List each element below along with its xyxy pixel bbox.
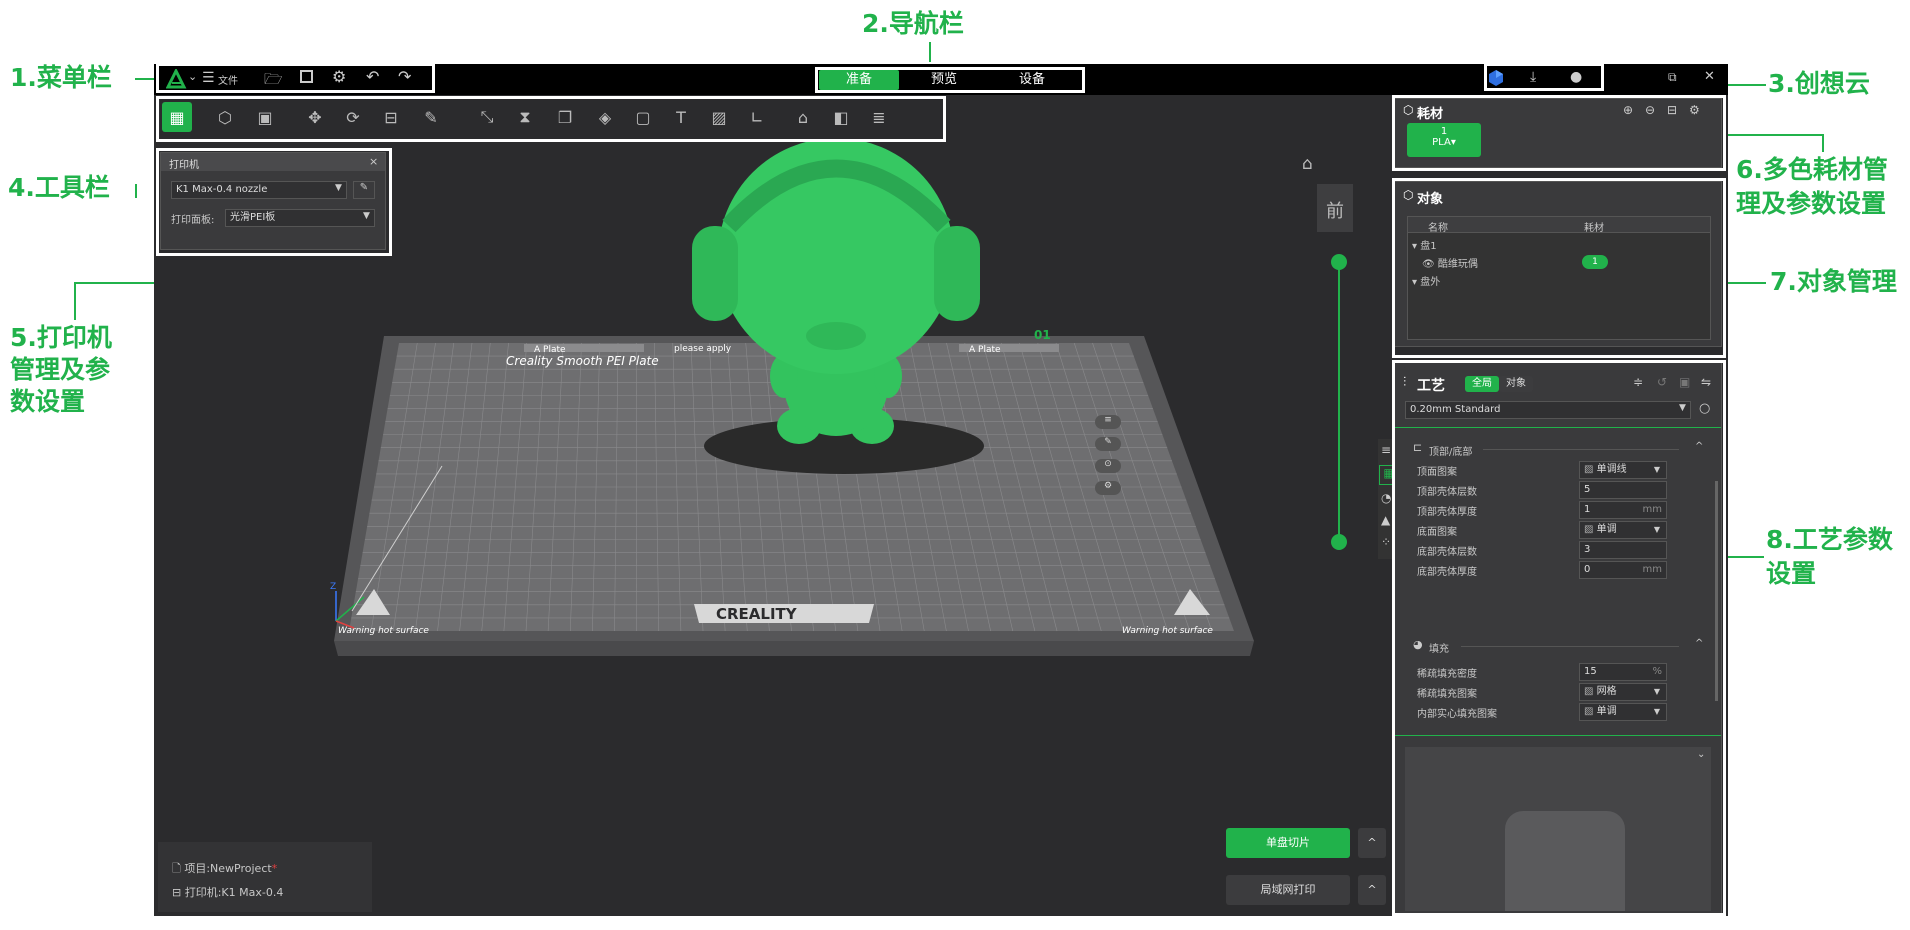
side-tab-speed-icon[interactable]: ◔ [1381,491,1391,505]
print-expand-button[interactable]: ^ [1358,875,1386,905]
plate-edit-icon[interactable]: ✎ [1095,437,1121,451]
warning-right: Warning hot surface [1122,626,1213,636]
highlight-toolbar [156,96,946,142]
highlight-cloud [1484,63,1604,91]
callout-printer-1: 5.打印机 [10,323,112,352]
callout-printer-2: 管理及参 [10,355,111,384]
viewport[interactable]: A Plate please apply A Plate 01 Creality… [154,141,1394,916]
callout-filament-1: 6.多色耗材管 [1736,155,1888,184]
highlight-object-panel [1392,178,1726,358]
leader-line [929,42,931,62]
callout-process-2: 设置 [1766,559,1817,588]
bed-front-edge [334,641,1254,656]
leader-line [74,282,76,320]
highlight-filament-panel [1392,95,1726,171]
highlight-process-panel [1392,360,1726,916]
printer-status-label: ⊟ 打印机:K1 Max-0.4 [172,886,284,899]
callout-nav-bar: 2.导航栏 [862,9,964,38]
leader-line [1822,134,1824,152]
axis-z-label: Z [330,582,336,592]
layer-slider-top-handle[interactable] [1331,254,1347,270]
close-window-icon[interactable]: ✕ [1704,69,1715,84]
plate-side-controls: ≡ ✎ ⊙ ⚙ [1089,409,1129,519]
brand-text: CREALITY [716,605,798,623]
model-earphone-right [934,226,980,321]
leader-line [135,184,137,198]
callout-process-1: 8.工艺参数 [1766,525,1893,554]
side-tab-params-icon[interactable]: ≡ [1381,443,1391,457]
plate-settings-icon[interactable]: ⚙ [1095,481,1121,495]
view-cube[interactable]: 前 [1317,184,1353,232]
highlight-printer-panel [156,148,392,256]
callout-cloud: 3.创想云 [1768,69,1870,98]
print-button[interactable]: 局域网打印 [1226,875,1350,905]
plate-caption: please apply [674,344,732,354]
home-icon[interactable]: ⌂ [1302,154,1313,174]
side-tab-support-icon[interactable]: ▲ [1381,513,1390,527]
callout-printer-3: 数设置 [10,387,86,416]
plate-lock-icon[interactable]: ⊙ [1095,459,1121,473]
project-label: 🗋 项目:NewProject* [172,862,278,875]
restore-window-icon[interactable]: ⧉ [1668,70,1677,85]
model-earphone-left [692,226,738,321]
leader-line [1728,556,1764,558]
highlight-menu-bar [156,63,435,93]
leader-line [1728,134,1824,136]
layer-slider-track[interactable] [1338,261,1340,541]
layer-slider-bottom-handle[interactable] [1331,534,1347,550]
callout-objects: 7.对象管理 [1770,267,1897,296]
plate-number: 01 [1034,328,1051,342]
bed-title: Creality Smooth PEI Plate [506,354,659,368]
callout-menu-bar: 1.菜单栏 [10,63,112,92]
highlight-nav-bar [815,67,1085,93]
side-tab-other-icon[interactable]: ⁘ [1381,535,1391,549]
plate-name-right: A Plate [969,345,1001,355]
leader-line [135,78,155,80]
status-box: 🗋 项目:NewProject* ⊟ 打印机:K1 Max-0.4 [158,842,372,912]
leader-line [1728,282,1766,284]
model-chin [806,322,866,350]
plate-list-icon[interactable]: ≡ [1095,415,1121,429]
slice-button[interactable]: 单盘切片 [1226,828,1350,858]
callout-toolbar: 4.工具栏 [8,173,110,202]
callout-filament-2: 理及参数设置 [1736,189,1887,218]
slice-expand-button[interactable]: ^ [1358,828,1386,858]
